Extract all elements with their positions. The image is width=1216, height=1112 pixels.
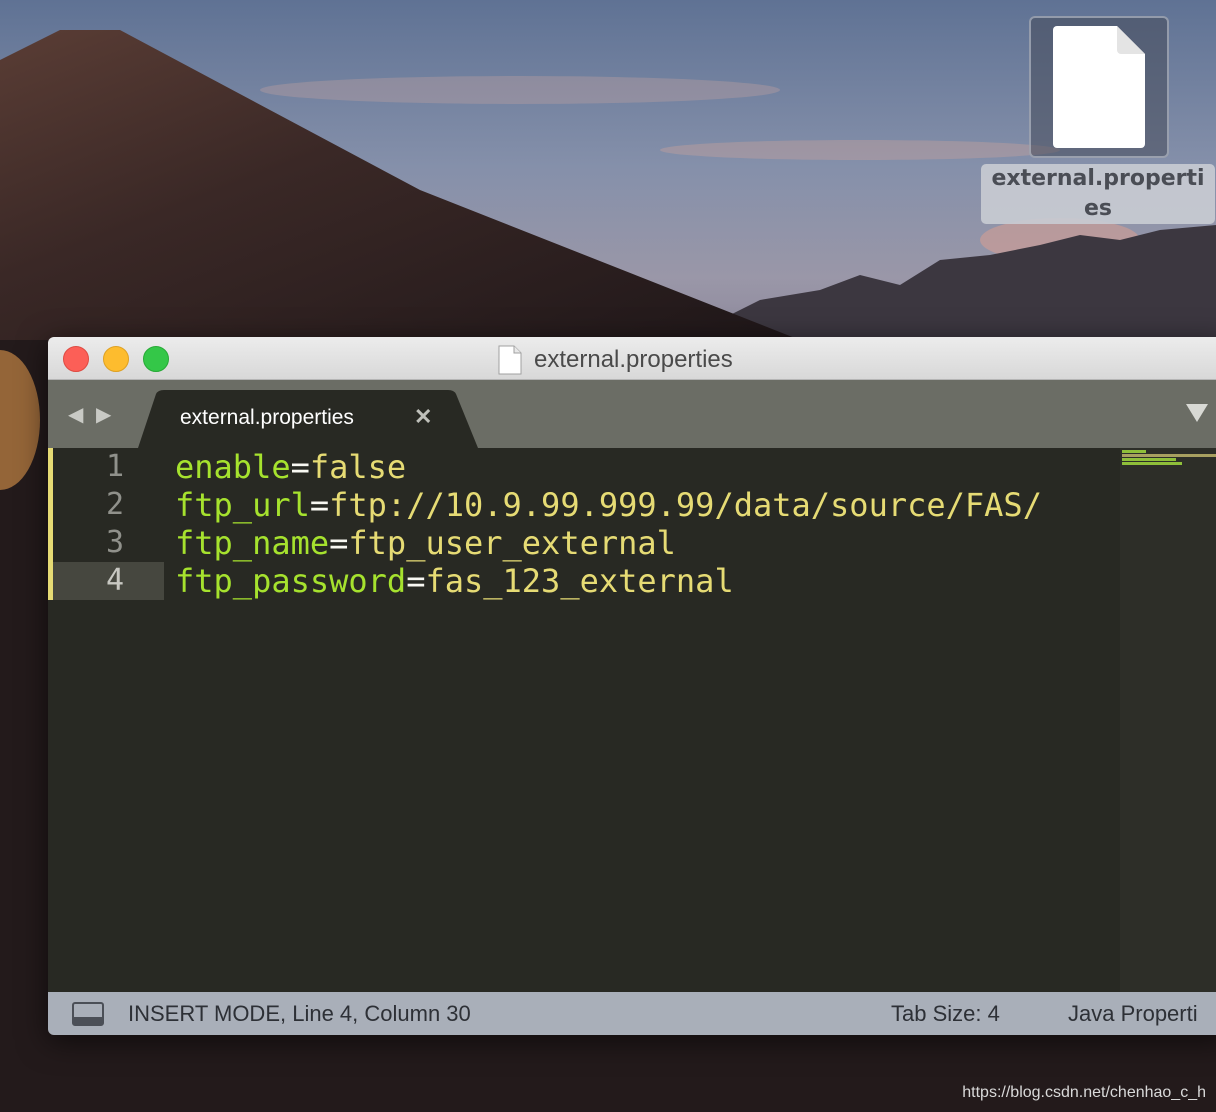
assignment-operator: =: [406, 562, 426, 600]
panel-toggle-icon[interactable]: [72, 1002, 104, 1026]
window-close-button[interactable]: [63, 346, 89, 372]
code-editor[interactable]: 1 enable=false 2 ftp_url=ftp://10.9.99.9…: [48, 448, 1216, 992]
tab-label: external.properties: [180, 406, 354, 429]
line-content: enable=false: [175, 448, 406, 486]
line-content: ftp_url=ftp://10.9.99.999.99/data/source…: [175, 486, 1042, 524]
line-number: 1: [105, 449, 124, 484]
property-value: false: [309, 448, 407, 486]
tab-external-properties[interactable]: external.properties ✕: [138, 390, 478, 448]
window-title: external.properties: [498, 345, 733, 375]
property-value: fas_123_external: [425, 562, 734, 600]
tab-size-selector[interactable]: Tab Size: 4: [891, 1001, 1000, 1027]
dropdown-triangle-icon[interactable]: [1186, 404, 1208, 422]
syntax-selector[interactable]: Java Properti: [1068, 1001, 1198, 1027]
watermark-url: https://blog.csdn.net/chenhao_c_h: [962, 1084, 1206, 1101]
code-line[interactable]: 2 ftp_url=ftp://10.9.99.999.99/data/sour…: [48, 486, 1216, 524]
minimap-line: [1122, 462, 1182, 465]
property-key: enable: [175, 448, 291, 486]
property-key: ftp_password: [175, 562, 407, 600]
property-key: ftp_name: [175, 524, 330, 562]
chevron-left-icon[interactable]: ◀: [68, 402, 83, 427]
assignment-operator: =: [309, 486, 330, 524]
minimap-line: [1122, 450, 1146, 453]
desktop-file-icon[interactable]: external.properties: [980, 16, 1216, 228]
assignment-operator: =: [329, 524, 349, 562]
minimap-line: [1122, 454, 1216, 457]
code-line[interactable]: 1 enable=false: [48, 448, 1216, 486]
line-content: ftp_password=fas_123_external: [175, 562, 734, 600]
status-bar: INSERT MODE, Line 4, Column 30 Tab Size:…: [48, 992, 1216, 1035]
line-number: 3: [105, 525, 124, 560]
property-key: ftp_url: [175, 486, 310, 524]
chevron-right-icon[interactable]: ▶: [96, 402, 111, 427]
code-line-current[interactable]: 4 ftp_password=fas_123_external: [48, 562, 1216, 600]
title-bar[interactable]: external.properties: [48, 337, 1216, 380]
minimap[interactable]: [1120, 448, 1216, 992]
window-minimize-button[interactable]: [103, 346, 129, 372]
property-value: ftp_user_external: [348, 524, 676, 562]
window-title-text: external.properties: [534, 346, 733, 373]
status-mode-position: INSERT MODE, Line 4, Column 30: [128, 1001, 471, 1026]
close-icon[interactable]: ✕: [414, 404, 432, 430]
document-icon: [1053, 26, 1145, 148]
document-icon: [498, 345, 522, 375]
tab-bar: ◀ ▶ external.properties ✕: [48, 380, 1216, 448]
desktop-file-label: external.properties: [981, 164, 1215, 224]
line-number: 2: [105, 487, 124, 522]
line-content: ftp_name=ftp_user_external: [175, 524, 676, 562]
property-value: ftp://10.9.99.999.99/data/source/FAS/: [329, 486, 1042, 524]
line-number: 4: [53, 562, 164, 600]
minimap-line: [1122, 458, 1176, 461]
window-zoom-button[interactable]: [143, 346, 169, 372]
editor-window: external.properties ◀ ▶ external.propert…: [48, 337, 1216, 1035]
code-line[interactable]: 3 ftp_name=ftp_user_external: [48, 524, 1216, 562]
assignment-operator: =: [290, 448, 310, 486]
